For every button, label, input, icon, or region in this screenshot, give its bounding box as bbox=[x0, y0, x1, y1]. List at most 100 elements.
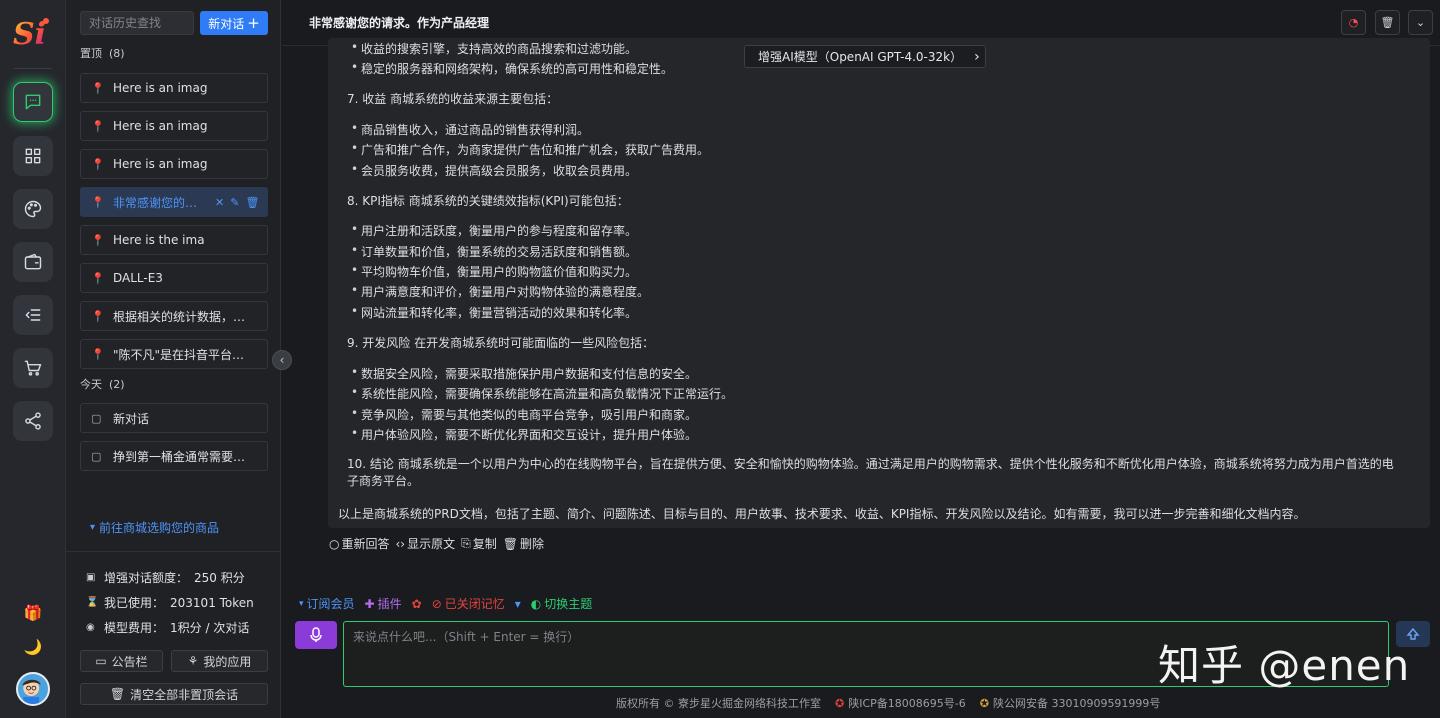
message-heading: 10. 结论 商城系统是一个以用户为中心的在线购物平台，旨在提供方便、安全和愉快… bbox=[347, 457, 1394, 488]
more-menu-button[interactable]: ⌄ bbox=[1408, 10, 1433, 35]
apps-icon: ⚘ bbox=[187, 654, 199, 668]
message-line: 用户满意度和评价，衡量用户对购物体验的满意程度。 bbox=[351, 283, 649, 300]
openai-icon[interactable]: ✿ bbox=[412, 597, 422, 611]
delete-chat-button[interactable]: 🗑 bbox=[1375, 10, 1400, 35]
message-line: 用户体验风险，需要不断优化界面和交互设计，提升用户体验。 bbox=[351, 426, 697, 443]
shop-nav-button[interactable] bbox=[13, 348, 53, 388]
gift-icon[interactable]: 🎁 bbox=[23, 603, 43, 623]
history-search-input[interactable]: 对话历史查找 bbox=[80, 11, 194, 35]
refresh-icon: ○ bbox=[329, 536, 340, 551]
assistant-message: 收益的搜索引擎，支持高效的商品搜索和过滤功能。 稳定的服务器和网络架构，确保系统… bbox=[328, 38, 1430, 528]
pinned-conversation[interactable]: 📍 Here is an imag bbox=[80, 149, 268, 179]
menu-list-icon bbox=[25, 309, 41, 321]
today-conversation[interactable]: ▢ 新对话 bbox=[80, 403, 268, 433]
pin-icon: 📍 bbox=[91, 271, 105, 285]
page-footer: 版权所有 © 寮步星火掘金网络科技工作室 ✪ 陕ICP备18008695号-6 ✪… bbox=[616, 695, 1160, 711]
voice-input-button[interactable] bbox=[295, 621, 337, 649]
today-conversation[interactable]: ▢ 挣到第一桶金通常需要一... bbox=[80, 441, 268, 471]
pin-icon: 📍 bbox=[91, 157, 105, 171]
copy-button[interactable]: ⎘ 复制 bbox=[461, 535, 497, 552]
badge-icon: ✪ bbox=[835, 696, 845, 710]
pinned-conversation[interactable]: 📍 "陈不凡"是在抖音平台上... bbox=[80, 339, 268, 369]
copy-icon: ⎘ bbox=[461, 536, 471, 550]
stop-button[interactable]: ◔ bbox=[1341, 10, 1366, 35]
memory-toggle-button[interactable]: ⊘ 已关闭记忆 bbox=[432, 595, 505, 612]
clear-conversations-button[interactable]: 🗑 清空全部非置顶会话 bbox=[80, 683, 268, 705]
trash-icon: 🗑 bbox=[1380, 16, 1395, 29]
switch-theme-button[interactable]: ◐ 切换主题 bbox=[531, 595, 593, 612]
quota-icon: ▣ bbox=[86, 572, 96, 583]
message-line: 收益的搜索引擎，支持高效的商品搜索和过滤功能。 bbox=[351, 40, 637, 57]
brand-logo[interactable]: Si bbox=[12, 14, 54, 52]
pin-icon: 📍 bbox=[91, 233, 105, 247]
pin-icon: 📍 bbox=[91, 119, 105, 133]
pinned-section-label: 置顶 (8) bbox=[80, 47, 125, 60]
police-badge-icon: ✪ bbox=[979, 696, 989, 710]
microphone-icon bbox=[310, 627, 322, 642]
pin-icon: 📍 bbox=[91, 309, 105, 323]
list-nav-button[interactable] bbox=[13, 295, 53, 335]
chevron-down-icon: ⌄ bbox=[1415, 16, 1426, 29]
new-chat-button[interactable]: 新对话 + bbox=[200, 11, 268, 35]
today-section-label: 今天 (2) bbox=[80, 378, 125, 391]
avatar[interactable] bbox=[16, 672, 50, 706]
pinned-conversation[interactable]: 📍 Here is the ima bbox=[80, 225, 268, 255]
chat-nav-button[interactable] bbox=[13, 82, 53, 122]
plus-icon: + bbox=[247, 14, 260, 32]
hourglass-icon: ⌛ bbox=[86, 597, 99, 608]
collapse-sidebar-button[interactable]: ‹ bbox=[272, 350, 292, 370]
chat-main: 非常感谢您的请求。作为产品经理 ◔ 🗑 ⌄ 增强AI模型（OpenAI GPT-… bbox=[282, 0, 1440, 718]
fee-stat: ◉ 模型费用： 1积分 / 次对话 bbox=[86, 621, 250, 635]
police-record-link[interactable]: ✪ 陕公网安备 33010909591999号 bbox=[980, 695, 1161, 711]
my-apps-button[interactable]: ⚘ 我的应用 bbox=[171, 650, 268, 672]
unpin-icon[interactable]: ✕ bbox=[215, 196, 224, 209]
pinned-conversation[interactable]: 📍 Here is an imag bbox=[80, 73, 268, 103]
pinned-conversation[interactable]: 📍 Here is an imag bbox=[80, 111, 268, 141]
message-line: 竞争风险，需要与其他类似的电商平台竞争，吸引用户和商家。 bbox=[351, 406, 697, 423]
diamond-icon: ▾ bbox=[90, 522, 96, 533]
pin-icon: 📍 bbox=[91, 347, 105, 361]
model-icon[interactable]: ▾ bbox=[515, 597, 521, 611]
chat-icon bbox=[25, 94, 41, 110]
subscribe-button[interactable]: ▾ 订阅会员 bbox=[299, 595, 355, 612]
edit-icon[interactable]: ✎ bbox=[230, 196, 239, 209]
message-line: 订单数量和价值，衡量系统的交易活跃度和销售额。 bbox=[351, 243, 637, 260]
share-nav-button[interactable] bbox=[13, 401, 53, 441]
moon-icon[interactable]: 🌙 bbox=[23, 637, 43, 657]
trash-icon[interactable]: 🗑 bbox=[245, 196, 259, 209]
icon-rail: Si 🎁 🌙 bbox=[0, 0, 66, 718]
chat-title: 非常感谢您的请求。作为产品经理 bbox=[309, 16, 490, 30]
new-chat-label: 新对话 bbox=[208, 16, 245, 31]
message-line: 稳定的服务器和网络架构，确保系统的高可用性和稳定性。 bbox=[351, 60, 673, 77]
diamond-icon: ▾ bbox=[299, 598, 304, 609]
message-line: 商品销售收入，通过商品的销售获得利润。 bbox=[351, 121, 589, 138]
headset-icon: ◔ bbox=[1348, 16, 1359, 29]
message-heading: 7. 收益 商城系统的收益来源主要包括： bbox=[347, 92, 559, 106]
notice-board-button[interactable]: ▭ 公告栏 bbox=[80, 650, 163, 672]
message-line: 网站流量和转化率，衡量营销活动的效果和转化率。 bbox=[351, 304, 637, 321]
message-heading: 8. KPI指标 商城系统的关键绩效指标(KPI)可能包括： bbox=[347, 194, 629, 208]
rail-divider bbox=[14, 68, 52, 69]
pinned-conversation[interactable]: 📍 根据相关的统计数据，以... bbox=[80, 301, 268, 331]
model-selector[interactable]: 增强AI模型（OpenAI GPT-4.0-32k） › bbox=[744, 45, 986, 68]
message-heading: 9. 开发风险 在开发商城系统时可能面临的一些风险包括： bbox=[347, 336, 655, 350]
draw-nav-button[interactable] bbox=[13, 189, 53, 229]
regenerate-button[interactable]: ○ 重新回答 bbox=[329, 535, 390, 552]
message-line: 数据安全风险，需要采取措施保护用户数据和支付信息的安全。 bbox=[351, 365, 697, 382]
trash-icon: 🗑 bbox=[502, 536, 518, 551]
chevron-right-icon: › bbox=[974, 48, 980, 65]
shop-link[interactable]: ▾ 前往商城选购您的商品 bbox=[90, 519, 219, 536]
chevron-left-icon: ‹ bbox=[279, 353, 285, 367]
delete-message-button[interactable]: 🗑 删除 bbox=[503, 535, 544, 552]
wallet-nav-button[interactable] bbox=[13, 242, 53, 282]
message-line: 用户注册和活跃度，衡量用户的参与程度和留存率。 bbox=[351, 222, 637, 239]
app-window: Si 🎁 🌙 对话历史查找 新对话 + 置顶 (8) 📍 Here is an … bbox=[0, 0, 1440, 718]
icp-link[interactable]: ✪ 陕ICP备18008695号-6 bbox=[835, 695, 966, 711]
apps-nav-button[interactable] bbox=[13, 136, 53, 176]
pinned-conversation[interactable]: 📍 DALL-E3 bbox=[80, 263, 268, 293]
plugins-button[interactable]: ✚ 插件 bbox=[365, 595, 402, 612]
show-raw-button[interactable]: ‹› 显示原文 bbox=[396, 535, 456, 552]
watermark: 知乎 @enen bbox=[1158, 641, 1411, 690]
pinned-conversation-active[interactable]: 📍 非常感谢您的请... ✕ ✎ 🗑 bbox=[80, 187, 268, 217]
notice-icon: ▭ bbox=[95, 654, 107, 668]
